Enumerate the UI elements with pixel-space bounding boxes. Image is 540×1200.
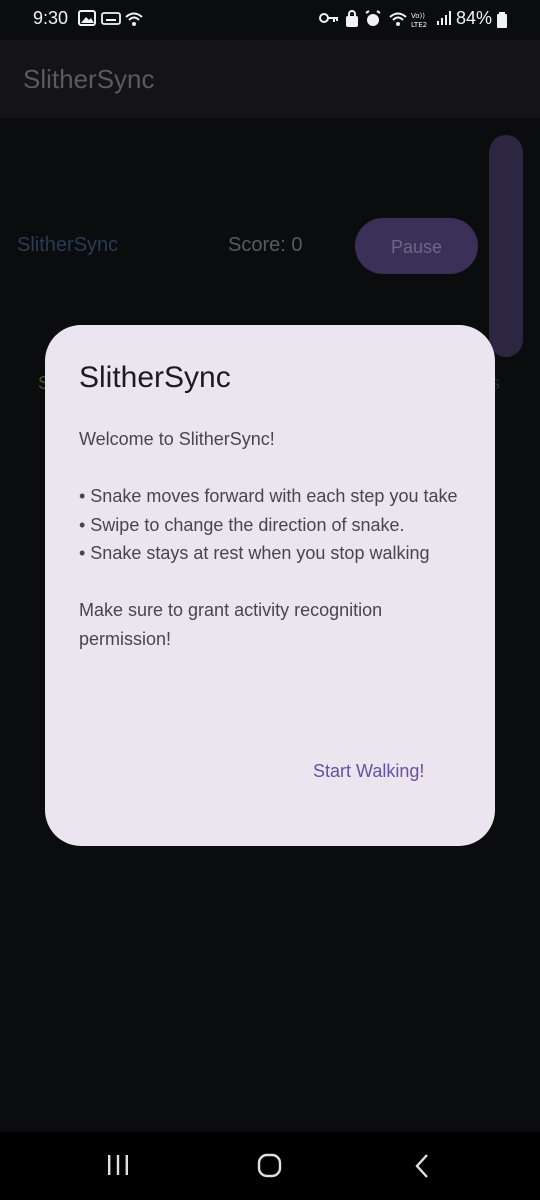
score-label: Score: 0 xyxy=(228,234,303,256)
bullet-item: • Snake stays at rest when you stop walk… xyxy=(79,543,430,563)
svg-text:LTE2: LTE2 xyxy=(411,21,427,29)
keyboard-icon xyxy=(101,12,121,25)
game-name-label: SlitherSync xyxy=(17,234,119,256)
status-time: 9:30 xyxy=(33,8,69,28)
dialog-title: SlitherSync xyxy=(79,361,231,394)
alarm-icon xyxy=(365,10,381,26)
svg-text:Vo)): Vo)) xyxy=(411,12,425,20)
bullet-item: • Swipe to change the direction of snake… xyxy=(79,514,405,535)
home-icon[interactable] xyxy=(256,1152,284,1180)
app-title: SlitherSync xyxy=(23,64,155,94)
back-icon[interactable] xyxy=(410,1152,434,1180)
start-walking-button[interactable]: Start Walking! xyxy=(313,761,424,782)
key-icon xyxy=(319,13,338,23)
bullet-item: • Snake moves forward with each step you… xyxy=(79,486,458,506)
battery-icon xyxy=(497,12,507,28)
navigation-bar xyxy=(0,1132,540,1200)
wifi-icon xyxy=(125,12,143,26)
permission-note: Make sure to grant activity recognition … xyxy=(79,600,383,649)
battery-percent: 84% xyxy=(456,8,493,28)
welcome-text: Welcome to SlitherSync! xyxy=(79,429,275,449)
status-bar: 9:30 Vo)) LTE2 84% xyxy=(0,0,540,40)
signal-icon xyxy=(437,11,451,25)
gallery-icon xyxy=(78,10,96,26)
lock-icon xyxy=(346,10,358,27)
recents-icon[interactable] xyxy=(106,1152,130,1178)
pause-button[interactable]: Pause xyxy=(355,218,478,274)
welcome-dialog: SlitherSync Welcome to SlitherSync! • Sn… xyxy=(45,325,495,846)
app-bar: SlitherSync xyxy=(0,40,540,118)
scrollbar[interactable] xyxy=(489,135,523,357)
volte-icon: Vo)) LTE2 xyxy=(411,12,427,29)
dialog-body: Welcome to SlitherSync! • Snake moves fo… xyxy=(79,425,469,653)
wifi-calling-icon xyxy=(389,12,407,26)
